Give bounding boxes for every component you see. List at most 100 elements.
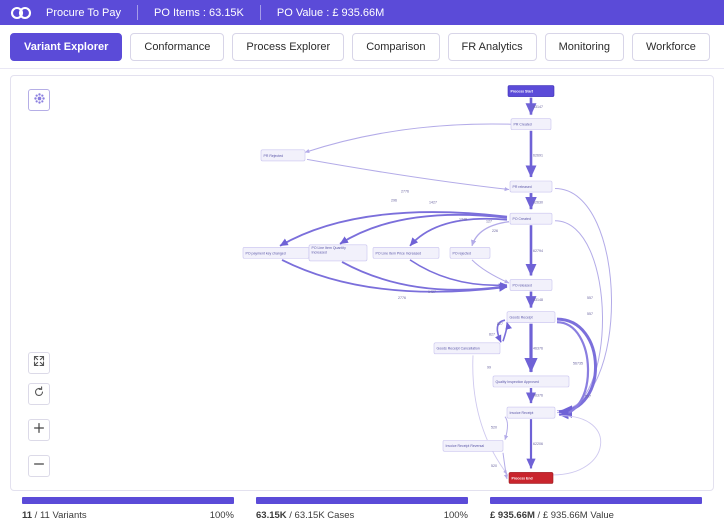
graph-edge-label: 1427 [428,290,436,294]
meter-variants: 11 / 11 Variants 100% [22,497,234,521]
node-label: PO Line Item Price Increased [376,251,422,255]
graph-edge-label: 46376 [533,346,543,350]
zoom-in-button[interactable] [28,419,50,441]
graph-edge [472,355,508,475]
meter-value: £ 935.66M / £ 935.66M Value [490,497,702,521]
graph-node-ir[interactable]: Invoice Receipt [506,406,556,419]
meter-cases-track [256,497,468,504]
graph-edge-label: 226 [492,229,498,233]
graph-edge-label: 557 [587,296,593,300]
graph-edge-label: 62691 [533,153,543,157]
node-label: Process End [512,476,533,480]
graph-edge-label: 56735 [573,361,583,365]
node-label: PO rejected [453,251,471,255]
graph-edge [281,259,508,293]
graph-edge-label: 557 [587,312,593,316]
graph-edge [279,211,508,247]
graph-edge-label: 63148 [533,298,543,302]
graph-node-poc[interactable]: PO Created [509,212,553,225]
graph-edge [502,321,512,342]
tab-monitoring[interactable]: Monitoring [544,32,624,61]
graph-edge [304,123,512,154]
app-root: Procure To Pay PO Items : 63.15K PO Valu… [0,0,724,531]
graph-edge [502,452,508,480]
graph-edge-label: 1427 [429,201,437,205]
meter-value-label: £ 935.66M / £ 935.66M Value [490,510,614,521]
graph-edge-label: 827 [497,322,503,326]
graph-node-popay[interactable]: PO payment key changed [242,247,310,259]
meter-cases-fill [256,497,468,504]
graph-node-porej[interactable]: PO rejected [449,247,491,259]
graph-edge-label: 127 [486,220,492,224]
fit-screen-icon [33,354,45,372]
tab-variant-explorer[interactable]: Variant Explorer [10,32,123,61]
graph-edge-label: 296 [391,199,397,203]
node-label: PO Created [513,217,531,221]
node-label: Goods Receipt Cancellation [437,347,480,351]
graph-node-gr[interactable]: Goods Receipt [506,311,556,323]
graph-node-poqty[interactable]: PO Line Item QuantityIncreased [308,244,368,262]
header-stat-po-value: PO Value : £ 935.66M [276,6,385,19]
graph-node-prrel[interactable]: PR released [509,180,553,193]
meter-variants-track [22,497,234,504]
graph-node-grc[interactable]: Goods Receipt Cancellation [433,342,501,355]
meter-variants-label: 11 / 11 Variants [22,510,87,521]
graph-edge [306,158,510,192]
reset-icon [33,385,45,403]
graph-edges [279,97,612,480]
graph-edge [471,259,510,284]
graph-node-start[interactable]: Process Start [507,85,555,97]
node-label: Increased [312,251,327,255]
graph-edge-label: 62794 [533,249,543,253]
zoom-in-icon [33,421,45,439]
node-label: Invoice Receipt Reversal [446,444,485,448]
meter-variants-pct: 100% [209,510,234,521]
process-graph: 63147 62691 62630 62794 63148 46376 46376 62206… [242,85,612,484]
graph-edge [409,259,508,289]
app-header: Procure To Pay PO Items : 63.15K PO Valu… [0,0,724,25]
graph-edge-label: 520 [491,426,497,430]
meter-cases-label: 63.15K / 63.15K Cases [256,510,355,521]
main-tabbar: Variant Explorer Conformance Process Exp… [0,25,724,69]
node-label: Process Start [511,89,534,93]
node-label: PR Created [514,123,532,127]
zoom-out-icon [33,457,45,475]
graph-node-irr[interactable]: Invoice Receipt Reversal [442,439,504,452]
infinity-rings-logo-icon [8,4,34,22]
graph-edge [504,416,509,440]
header-stat-po-items: PO Items : 63.15K [154,6,244,19]
node-label: Goods Receipt [510,316,533,320]
graph-edge-label: 1248 [459,218,467,222]
meter-variants-fill [22,497,234,504]
layers-icon-button[interactable] [28,89,50,111]
node-label: PR Rejected [264,154,284,158]
fit-screen-button[interactable] [28,352,50,374]
tab-process-explorer[interactable]: Process Explorer [232,32,345,61]
graph-node-porel[interactable]: PO released [509,279,553,291]
meter-value-track [490,497,702,504]
zoom-out-button[interactable] [28,455,50,477]
graph-edge-label: 2776 [398,296,406,300]
footer-meters: 11 / 11 Variants 100% 63.15K / 63.15K Ca… [0,491,724,531]
graph-node-prrej[interactable]: PR Rejected [260,149,306,162]
graph-edge [471,221,510,247]
tab-fr-analytics[interactable]: FR Analytics [447,32,537,61]
graph-node-end[interactable]: Process End [508,472,554,484]
tab-workforce[interactable]: Workforce [632,32,710,61]
node-label: Quality Inspection Approved [496,380,540,384]
graph-node-qia[interactable]: Quality Inspection Approved [492,375,570,388]
reset-button[interactable] [28,383,50,405]
node-label: PR released [513,185,532,189]
graph-edge-label: 62206 [533,442,543,446]
graph-edge-label: 99 [487,365,491,369]
tab-conformance[interactable]: Conformance [130,32,225,61]
graph-edge [552,415,601,476]
node-label: PO released [513,283,532,287]
graph-edge-label: 63147 [533,105,543,109]
graph-node-poprice[interactable]: PO Line Item Price Increased [372,247,440,259]
node-label: PO payment key changed [246,251,286,255]
tab-comparison[interactable]: Comparison [352,32,440,61]
graph-node-prc[interactable]: PR Created [510,118,552,131]
app-title: Procure To Pay [46,6,122,19]
process-graph-canvas[interactable]: 63147 62691 62630 62794 63148 46376 46376 62206… [10,75,714,491]
